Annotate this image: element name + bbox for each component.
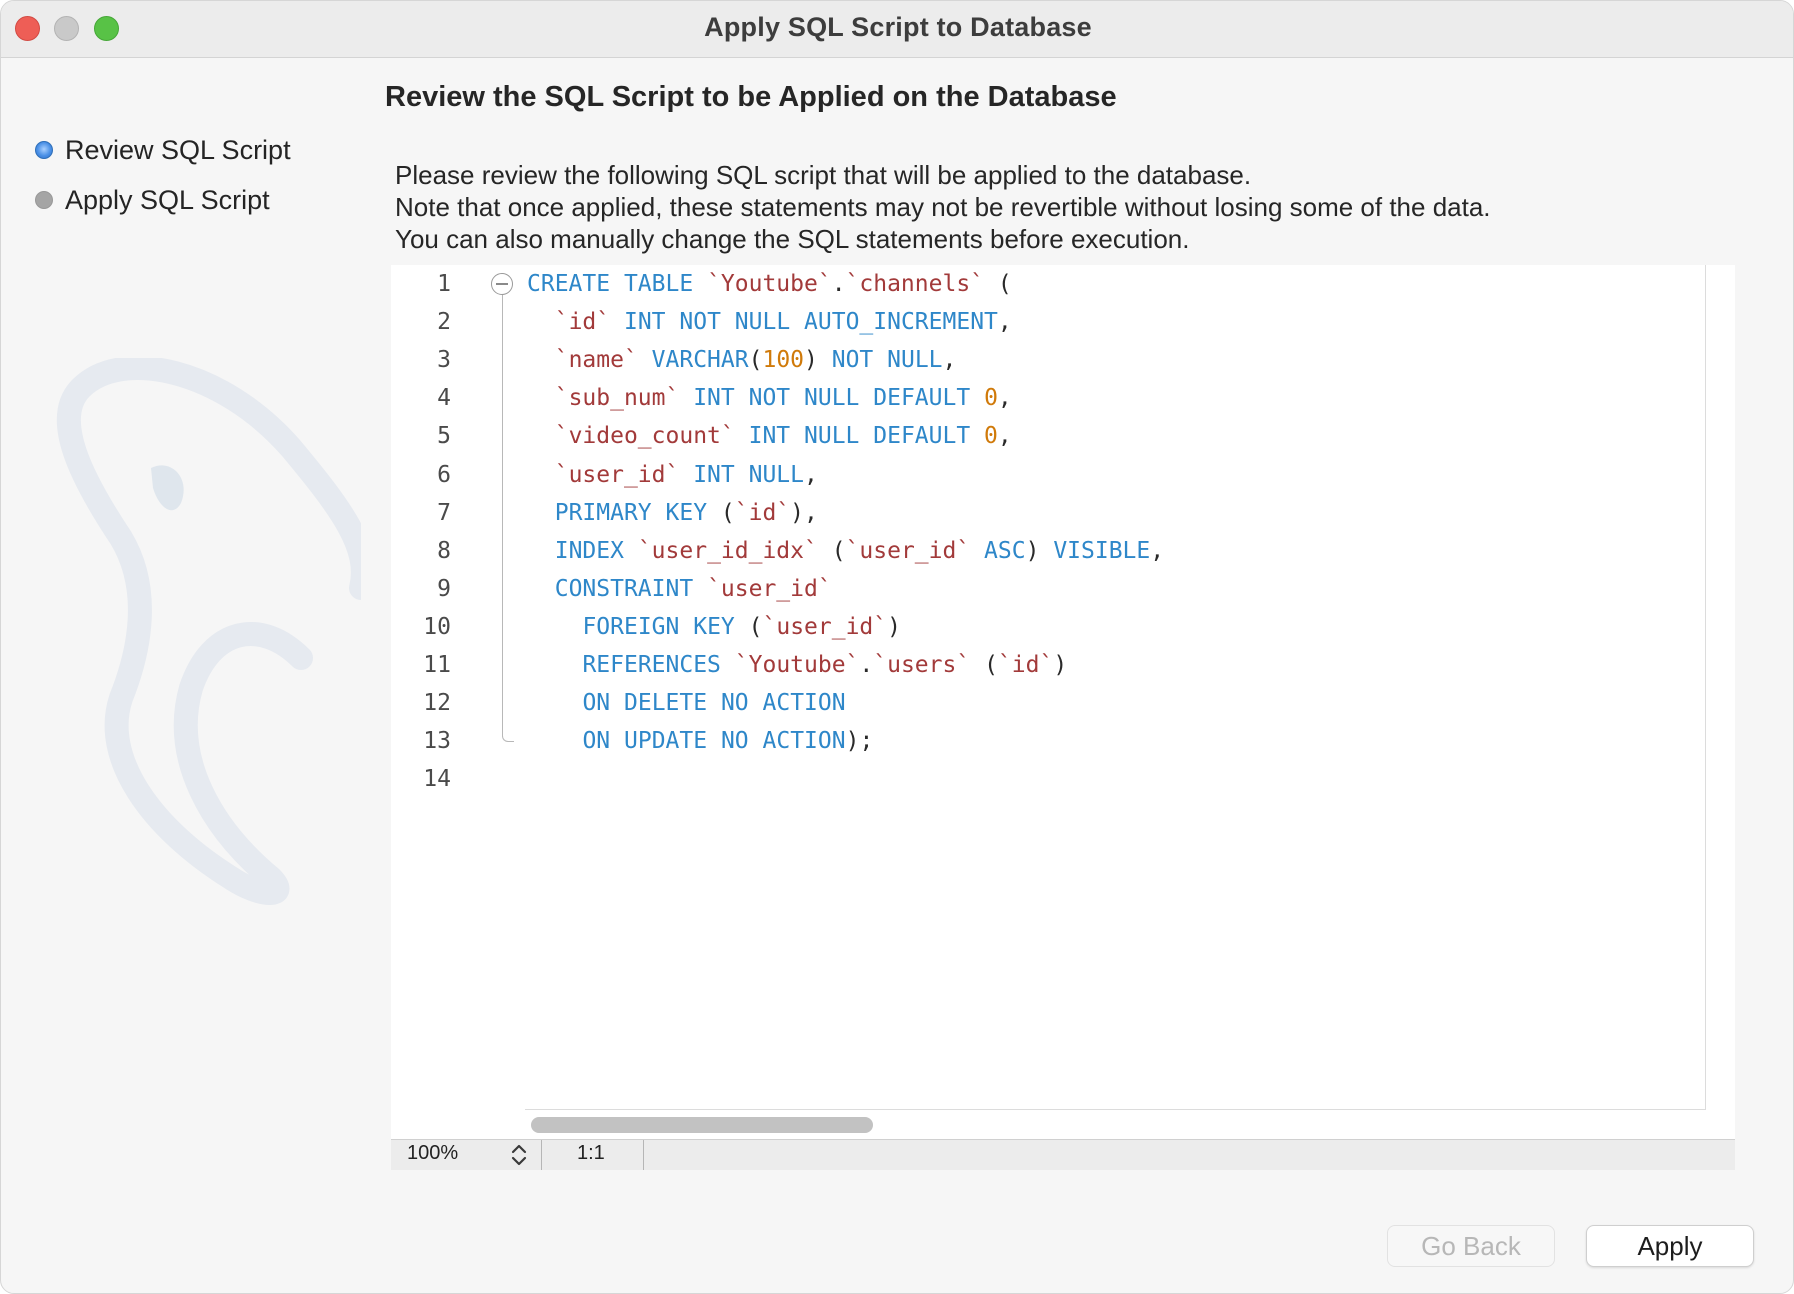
code-text[interactable]: `video_count` INT NULL DEFAULT 0, — [527, 417, 1012, 455]
code-line[interactable]: 6 `user_id` INT NULL, — [391, 456, 1691, 494]
line-number: 1 — [437, 271, 451, 297]
code-text[interactable]: ON UPDATE NO ACTION); — [527, 722, 873, 760]
horizontal-scrollbar-thumb[interactable] — [531, 1117, 873, 1133]
step-review-sql-script: Review SQL Script — [35, 133, 291, 167]
line-number: 13 — [423, 728, 451, 755]
line-number: 12 — [423, 690, 451, 717]
line-number: 5 — [437, 423, 451, 450]
editor-border — [525, 1109, 1706, 1110]
fold-collapse-icon[interactable] — [491, 273, 513, 295]
code-text[interactable]: PRIMARY KEY (`id`), — [527, 494, 818, 532]
code-text[interactable]: REFERENCES `Youtube`.`users` (`id`) — [527, 646, 1067, 684]
wizard-steps-sidebar: Review SQL Script Apply SQL Script — [1, 58, 391, 1293]
code-line[interactable]: 1 CREATE TABLE `Youtube`.`channels` ( — [391, 265, 1691, 303]
code-line[interactable]: 8 INDEX `user_id_idx` (`user_id` ASC) VI… — [391, 532, 1691, 570]
editor-border — [1705, 265, 1706, 1110]
code-line[interactable]: 10 FOREIGN KEY (`user_id`) — [391, 608, 1691, 646]
code-line[interactable]: 2 `id` INT NOT NULL AUTO_INCREMENT, — [391, 303, 1691, 341]
step-apply-sql-script: Apply SQL Script — [35, 183, 270, 217]
window-title: Apply SQL Script to Database — [704, 12, 1092, 42]
line-number: 11 — [423, 652, 451, 678]
inactive-step-indicator-icon — [35, 191, 53, 209]
code-text[interactable]: `user_id` INT NULL, — [527, 456, 818, 494]
step-label: Review SQL Script — [65, 134, 291, 165]
line-number: 10 — [423, 613, 451, 640]
code-text[interactable]: `name` VARCHAR(100) NOT NULL, — [527, 341, 957, 379]
code-line[interactable]: 3 `name` VARCHAR(100) NOT NULL, — [391, 341, 1691, 379]
code-text[interactable]: INDEX `user_id_idx` (`user_id` ASC) VISI… — [527, 532, 1164, 570]
line-number: 2 — [437, 309, 451, 336]
line-number: 6 — [437, 461, 451, 488]
editor-status-bar: 100% 1:1 — [391, 1139, 1735, 1170]
dolphin-watermark-icon — [56, 358, 361, 905]
step-label: Apply SQL Script — [65, 184, 270, 215]
instruction-line: You can also manually change the SQL sta… — [395, 224, 1190, 254]
status-divider — [541, 1140, 542, 1170]
apply-button[interactable]: Apply — [1586, 1225, 1754, 1267]
code-line[interactable]: 7 PRIMARY KEY (`id`), — [391, 494, 1691, 532]
chevron-up-down-icon[interactable] — [509, 1142, 529, 1168]
line-number: 8 — [437, 537, 451, 564]
code-line[interactable]: 14 — [391, 760, 1691, 798]
page-title: Review the SQL Script to be Applied on t… — [385, 81, 1117, 113]
line-number: 9 — [437, 575, 451, 602]
code-text[interactable]: FOREIGN KEY (`user_id`) — [527, 608, 901, 646]
code-line[interactable]: 11 REFERENCES `Youtube`.`users` (`id`) — [391, 646, 1691, 684]
instruction-line: Note that once applied, these statements… — [395, 192, 1491, 222]
zoom-level[interactable]: 100% — [407, 1142, 458, 1165]
code-text[interactable]: `sub_num` INT NOT NULL DEFAULT 0, — [527, 379, 1012, 417]
dialog-window: Apply SQL Script to Database Review SQL … — [0, 0, 1794, 1294]
code-line[interactable]: 4 `sub_num` INT NOT NULL DEFAULT 0, — [391, 379, 1691, 417]
code-line[interactable]: 12 ON DELETE NO ACTION — [391, 684, 1691, 722]
instructions-text: Please review the following SQL script t… — [395, 159, 1491, 255]
cursor-position: 1:1 — [577, 1142, 605, 1164]
line-number: 3 — [437, 347, 451, 374]
line-number: 14 — [423, 766, 451, 793]
code-text[interactable]: `id` INT NOT NULL AUTO_INCREMENT, — [527, 303, 1012, 341]
status-divider — [643, 1140, 644, 1170]
code-text[interactable]: CREATE TABLE `Youtube`.`channels` ( — [527, 265, 1012, 303]
line-number: 7 — [437, 499, 451, 526]
active-step-indicator-icon — [35, 141, 53, 159]
code-line[interactable]: 9 CONSTRAINT `user_id` — [391, 570, 1691, 608]
code-line[interactable]: 13 ON UPDATE NO ACTION); — [391, 722, 1691, 760]
code-text[interactable]: ON DELETE NO ACTION — [527, 684, 845, 722]
code-text[interactable]: CONSTRAINT `user_id` — [527, 570, 832, 608]
go-back-button[interactable]: Go Back — [1387, 1225, 1555, 1267]
line-number: 4 — [437, 385, 451, 412]
instruction-line: Please review the following SQL script t… — [395, 160, 1252, 190]
title-bar: Apply SQL Script to Database — [1, 1, 1793, 58]
code-line[interactable]: 5 `video_count` INT NULL DEFAULT 0, — [391, 417, 1691, 455]
